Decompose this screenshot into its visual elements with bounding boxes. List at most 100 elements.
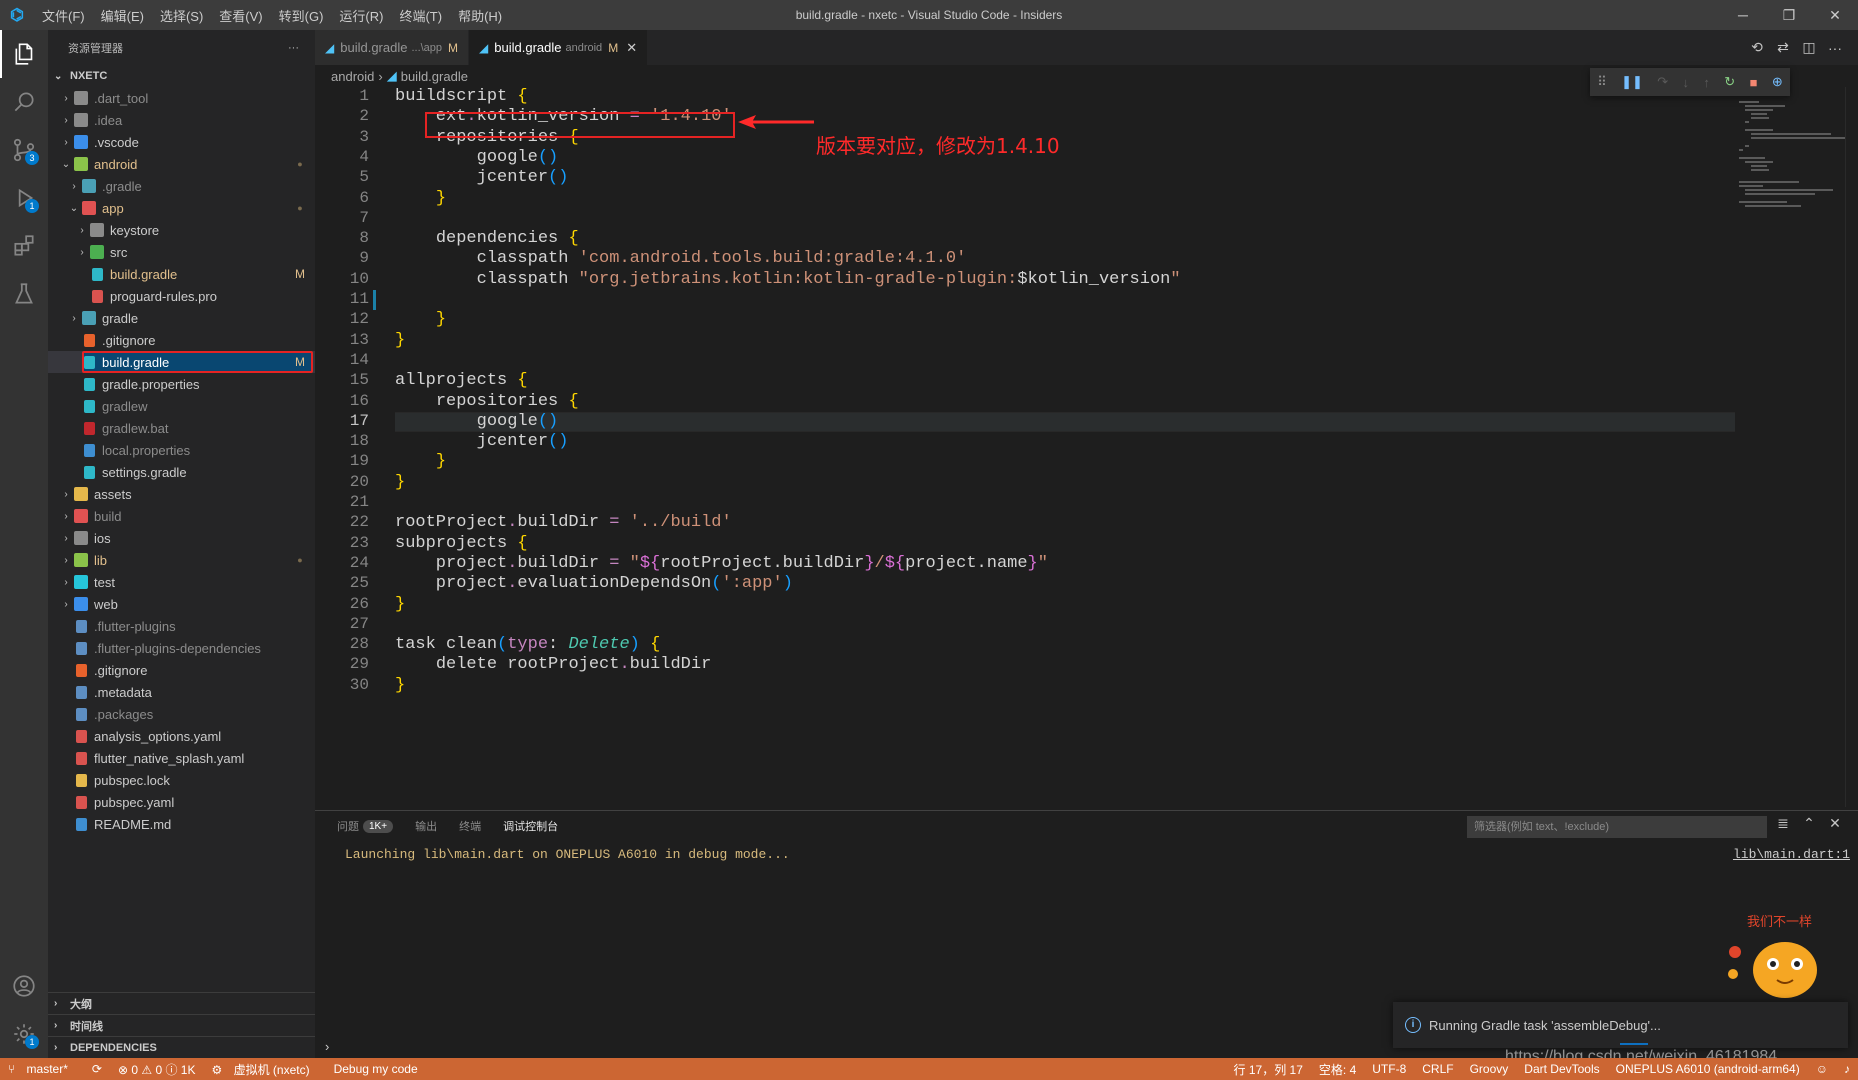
- status-debug-mode[interactable]: Debug my code: [326, 1062, 426, 1076]
- tree-folder[interactable]: › lib ●: [48, 549, 315, 571]
- feedback-icon[interactable]: ☺: [1808, 1062, 1836, 1076]
- status-problems[interactable]: ⊗ 0 ⚠ 0 ⓘ 1K: [110, 1061, 204, 1078]
- code-line[interactable]: subprojects {: [395, 534, 528, 553]
- code-line[interactable]: jcenter(): [395, 432, 569, 451]
- tree-file[interactable]: .gitignore: [48, 659, 315, 681]
- tree-folder[interactable]: › .gradle: [48, 175, 315, 197]
- close-tab-icon[interactable]: ✕: [626, 40, 637, 56]
- status-cursor-position[interactable]: 行 17，列 17: [1226, 1061, 1311, 1078]
- breadcrumb-folder[interactable]: android: [331, 69, 374, 84]
- tab-terminal[interactable]: 终端: [459, 818, 481, 834]
- tree-file[interactable]: build.gradle M: [48, 351, 315, 373]
- tree-file[interactable]: settings.gradle: [48, 461, 315, 483]
- notification-toast[interactable]: i Running Gradle task 'assembleDebug'...: [1393, 1002, 1848, 1048]
- status-indentation[interactable]: 空格: 4: [1311, 1061, 1364, 1078]
- tree-file[interactable]: .gitignore: [48, 329, 315, 351]
- tree-file[interactable]: README.md: [48, 813, 315, 835]
- tree-file[interactable]: .flutter-plugins-dependencies: [48, 637, 315, 659]
- workspace-root[interactable]: ⌄ NXETC: [48, 65, 315, 87]
- tree-folder[interactable]: › web: [48, 593, 315, 615]
- tree-folder[interactable]: › .vscode: [48, 131, 315, 153]
- status-branch[interactable]: ⑂ master*: [0, 1062, 84, 1076]
- word-wrap-icon[interactable]: ≣: [1770, 815, 1796, 832]
- code-line[interactable]: }: [395, 189, 446, 208]
- code-line[interactable]: buildscript {: [395, 87, 528, 106]
- tree-folder[interactable]: › src: [48, 241, 315, 263]
- code-line[interactable]: classpath 'com.android.tools.build:gradl…: [395, 249, 967, 268]
- editor-tab[interactable]: ◢ build.gradle ...\app M: [315, 30, 470, 65]
- tree-file[interactable]: gradlew.bat: [48, 417, 315, 439]
- menu-item[interactable]: 运行(R): [331, 6, 391, 25]
- tree-file[interactable]: proguard-rules.pro: [48, 285, 315, 307]
- tree-file[interactable]: pubspec.lock: [48, 769, 315, 791]
- tree-file[interactable]: .flutter-plugins: [48, 615, 315, 637]
- code-line[interactable]: }: [395, 595, 405, 614]
- console-filter-input[interactable]: 筛选器(例如 text、!exclude): [1467, 816, 1767, 838]
- menu-item[interactable]: 终端(T): [391, 6, 450, 25]
- code-line[interactable]: repositories {: [395, 392, 579, 411]
- code-editor[interactable]: 1 buildscript {2 ext.kotlin_version = '1.…: [315, 87, 1735, 807]
- code-line[interactable]: }: [395, 310, 446, 329]
- close-panel-icon[interactable]: ✕: [1822, 815, 1848, 832]
- tree-file[interactable]: analysis_options.yaml: [48, 725, 315, 747]
- menu-item[interactable]: 查看(V): [211, 6, 270, 25]
- code-line[interactable]: dependencies {: [395, 229, 579, 248]
- tree-folder[interactable]: ⌄ android ●: [48, 153, 315, 175]
- tree-file[interactable]: gradle.properties: [48, 373, 315, 395]
- sidebar-section-2[interactable]: › DEPENDENCIES: [48, 1036, 315, 1058]
- code-line[interactable]: jcenter(): [395, 168, 569, 187]
- maximize-panel-icon[interactable]: ⌃: [1796, 815, 1822, 832]
- sidebar-section-1[interactable]: › 时间线: [48, 1014, 315, 1036]
- code-line[interactable]: google(): [395, 412, 559, 431]
- explorer-icon[interactable]: [0, 30, 48, 78]
- settings-gear-icon[interactable]: 1: [0, 1010, 48, 1058]
- close-window-button[interactable]: ✕: [1812, 0, 1858, 30]
- status-encoding[interactable]: UTF-8: [1364, 1062, 1414, 1076]
- code-line[interactable]: }: [395, 452, 446, 471]
- tree-folder[interactable]: › assets: [48, 483, 315, 505]
- code-line[interactable]: rootProject.buildDir = '../build': [395, 513, 732, 532]
- menu-item[interactable]: 编辑(E): [93, 6, 152, 25]
- status-target-device[interactable]: ONEPLUS A6010 (android-arm64): [1608, 1062, 1808, 1076]
- tab-debug-console[interactable]: 调试控制台: [503, 818, 558, 834]
- tree-file[interactable]: pubspec.yaml: [48, 791, 315, 813]
- status-eol[interactable]: CRLF: [1414, 1062, 1461, 1076]
- status-devtools[interactable]: Dart DevTools: [1516, 1062, 1607, 1076]
- tree-folder[interactable]: › keystore: [48, 219, 315, 241]
- tree-file[interactable]: local.properties: [48, 439, 315, 461]
- run-debug-icon[interactable]: 1: [0, 174, 48, 222]
- status-sync[interactable]: ⟳: [84, 1062, 110, 1076]
- tree-folder[interactable]: › build: [48, 505, 315, 527]
- more-icon[interactable]: ···: [1822, 40, 1848, 56]
- menu-item[interactable]: 转到(G): [271, 6, 332, 25]
- account-icon[interactable]: [0, 962, 48, 1010]
- code-line[interactable]: }: [395, 473, 405, 492]
- split-editor-icon[interactable]: ◫: [1796, 39, 1822, 56]
- code-line[interactable]: }: [395, 676, 405, 695]
- notifications-bell-icon[interactable]: ♪: [1836, 1062, 1858, 1076]
- tree-folder[interactable]: › test: [48, 571, 315, 593]
- more-actions-button[interactable]: ···: [288, 42, 299, 54]
- sidebar-section-0[interactable]: › 大纲: [48, 992, 315, 1014]
- status-language[interactable]: Groovy: [1462, 1062, 1517, 1076]
- tree-file[interactable]: .packages: [48, 703, 315, 725]
- code-line[interactable]: classpath "org.jetbrains.kotlin:kotlin-g…: [395, 270, 1181, 289]
- menu-item[interactable]: 选择(S): [152, 6, 211, 25]
- tree-folder[interactable]: › .dart_tool: [48, 87, 315, 109]
- menu-item[interactable]: 文件(F): [34, 6, 93, 25]
- minimize-button[interactable]: ─: [1720, 0, 1766, 30]
- tree-folder[interactable]: › ios: [48, 527, 315, 549]
- tree-file[interactable]: flutter_native_splash.yaml: [48, 747, 315, 769]
- code-line[interactable]: google(): [395, 148, 559, 167]
- extensions-icon[interactable]: [0, 222, 48, 270]
- open-changes-icon[interactable]: ⇄: [1770, 39, 1796, 56]
- console-source-link[interactable]: lib\main.dart:1: [1733, 847, 1850, 862]
- source-control-icon[interactable]: 3: [0, 126, 48, 174]
- tree-folder[interactable]: ⌄ app ●: [48, 197, 315, 219]
- code-line[interactable]: delete rootProject.buildDir: [395, 655, 711, 674]
- tree-folder[interactable]: › gradle: [48, 307, 315, 329]
- search-icon[interactable]: [0, 78, 48, 126]
- code-line[interactable]: project.buildDir = "${rootProject.buildD…: [395, 554, 1048, 573]
- maximize-button[interactable]: ❐: [1766, 0, 1812, 30]
- editor-tab[interactable]: ◢ build.gradle android M ✕: [469, 30, 649, 65]
